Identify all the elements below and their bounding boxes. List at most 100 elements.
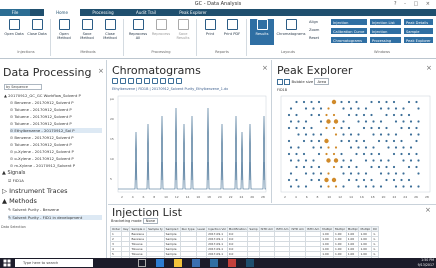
peak-bubble[interactable] <box>332 113 336 117</box>
peak-bubble[interactable] <box>297 159 300 162</box>
column-header[interactable]: Multipl <box>358 226 373 232</box>
close-icon[interactable]: × <box>425 206 431 214</box>
peak-bubble[interactable] <box>295 178 298 182</box>
peak-bubble[interactable] <box>319 146 323 149</box>
peak-bubble[interactable] <box>362 152 366 156</box>
tree-method-selected[interactable]: ✎ Solvent Purity - FID1 in development <box>8 215 102 220</box>
peak-bubble[interactable] <box>357 146 360 149</box>
zoom-x-icon[interactable] <box>120 78 126 84</box>
peak-bubble[interactable] <box>400 126 403 130</box>
peak-bubble[interactable] <box>310 100 313 104</box>
peak-bubble[interactable] <box>319 172 323 175</box>
peak-bubble[interactable] <box>287 113 291 117</box>
peak-bubble[interactable] <box>349 133 353 136</box>
peak-bubble[interactable] <box>289 159 293 162</box>
peak-bubble[interactable] <box>355 178 358 182</box>
tab-home[interactable]: Home <box>44 9 80 16</box>
peak-bubble[interactable] <box>289 107 293 110</box>
app-icon[interactable] <box>210 259 218 267</box>
peak-bubble[interactable] <box>312 107 315 110</box>
column-header[interactable]: Samp <box>247 226 260 232</box>
peak-bubble[interactable] <box>417 107 420 110</box>
peak-bubble[interactable] <box>347 113 351 117</box>
peak-bubble[interactable] <box>394 146 398 149</box>
peak-bubble[interactable] <box>287 178 291 182</box>
peak-bubble[interactable] <box>317 139 321 143</box>
column-header[interactable]: Injection Vol <box>206 226 228 232</box>
peak-bubble[interactable] <box>377 100 381 104</box>
peak-bubble[interactable] <box>317 165 321 169</box>
peak-bubble[interactable] <box>332 152 336 156</box>
peak-bubble[interactable] <box>295 126 298 130</box>
peak-bubble[interactable] <box>326 158 331 163</box>
peak-bubble[interactable] <box>377 139 381 143</box>
peak-bubble[interactable] <box>319 107 323 110</box>
peak-bubble[interactable] <box>415 126 418 130</box>
peak-bubble[interactable] <box>394 185 398 188</box>
peak-bubble[interactable] <box>342 120 345 123</box>
peak-bubble[interactable] <box>295 152 298 156</box>
chromatogram-plot[interactable]: pA20151052 4 6 8 10 12 14 16 18 20 22 24 26 28 <box>110 92 270 202</box>
peak-bubble[interactable] <box>355 113 358 117</box>
start-icon[interactable] <box>3 259 11 267</box>
tree-injection[interactable]: ⊙ Benzene - 20170912_Solvent P <box>10 135 74 140</box>
peak-bubble[interactable] <box>304 133 308 136</box>
column-header[interactable]: Sample n <box>129 226 148 232</box>
peak-bubble[interactable] <box>317 113 321 117</box>
peak-bubble[interactable] <box>317 100 321 104</box>
peak-bubble[interactable] <box>362 139 366 143</box>
window-peak-explorer[interactable]: Peak Explorer <box>403 36 434 44</box>
peak-bubble[interactable] <box>357 120 360 123</box>
reprocess-button[interactable]: Reprocess <box>150 19 172 45</box>
peak-bubble[interactable] <box>327 172 330 175</box>
column-header[interactable]: Multipl <box>345 226 360 232</box>
peak-bubble[interactable] <box>415 100 418 104</box>
column-header[interactable]: ISTD Am <box>289 226 306 232</box>
peak-bubble[interactable] <box>402 120 405 123</box>
open-method-button[interactable]: Open Method <box>53 19 75 45</box>
peak-bubble[interactable] <box>297 146 300 149</box>
peak-bubble[interactable] <box>417 159 420 162</box>
peak-bubble[interactable] <box>349 172 353 175</box>
peak-bubble[interactable] <box>392 165 396 169</box>
peak-bubble[interactable] <box>310 126 313 130</box>
peak-bubble[interactable] <box>310 139 313 143</box>
browser-icon[interactable] <box>156 259 164 267</box>
peak-bubble[interactable] <box>417 133 420 136</box>
peak-bubble[interactable] <box>304 120 308 123</box>
peak-bubble[interactable] <box>364 185 368 188</box>
peak-bubble[interactable] <box>342 185 345 188</box>
peak-bubble[interactable] <box>297 185 300 188</box>
peak-bubble[interactable] <box>400 139 403 143</box>
tab-file[interactable]: File <box>0 9 30 16</box>
clock[interactable]: 1:50 PM 9/13/2017 <box>418 258 434 268</box>
peak-bubble[interactable] <box>289 120 293 123</box>
peak-bubble[interactable] <box>379 133 383 136</box>
peak-bubble[interactable] <box>310 113 313 117</box>
tab-peak-explorer[interactable]: Peak Explorer <box>170 9 216 16</box>
peak-bubble[interactable] <box>400 113 403 117</box>
peak-bubble[interactable] <box>372 159 375 162</box>
peak-bubble[interactable] <box>342 172 345 175</box>
peak-bubble[interactable] <box>417 120 420 123</box>
peak-bubble[interactable] <box>392 100 396 104</box>
print-button[interactable]: Print <box>199 19 221 45</box>
taskbar-search-input[interactable]: Type here to search <box>15 259 93 267</box>
peak-bubble[interactable] <box>304 159 308 162</box>
peak-bubble[interactable] <box>340 139 343 143</box>
peak-bubble[interactable] <box>377 165 381 169</box>
peak-bubble[interactable] <box>355 152 358 156</box>
peak-bubble[interactable] <box>402 185 405 188</box>
peak-bubble[interactable] <box>287 139 291 143</box>
peak-bubble[interactable] <box>387 107 390 110</box>
tree-instrument-traces[interactable]: ▷ Instrument Traces <box>2 187 68 195</box>
peak-bubble[interactable] <box>302 139 306 143</box>
peak-bubble[interactable] <box>379 159 383 162</box>
peak-bubble[interactable] <box>355 100 358 104</box>
tree-injection[interactable]: ⊙ m-Xylene - 20170912_Solvent P <box>10 163 75 168</box>
tree-injection-selected[interactable]: ⊙ Ethylbenzene - 20170912_Sol P <box>10 128 102 133</box>
peak-bubble[interactable] <box>304 185 308 188</box>
peak-bubble[interactable] <box>302 100 306 104</box>
peak-bubble[interactable] <box>407 178 411 182</box>
peak-bubble[interactable] <box>324 177 329 183</box>
